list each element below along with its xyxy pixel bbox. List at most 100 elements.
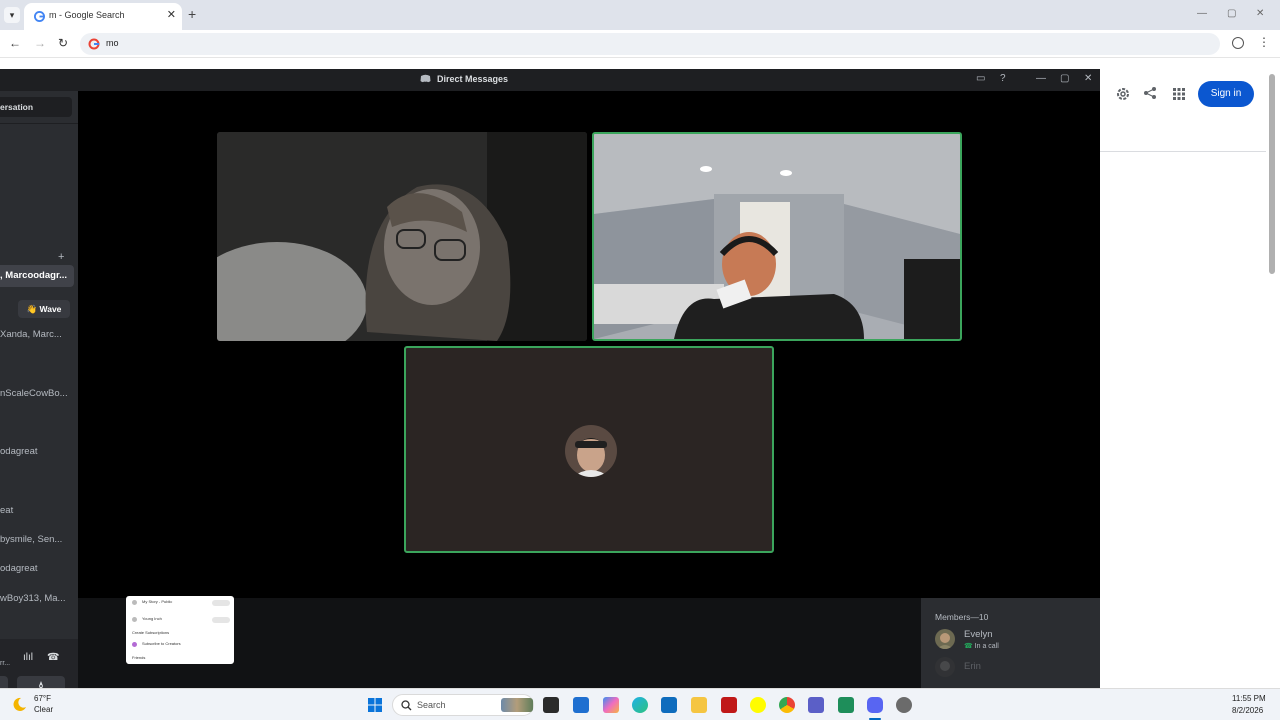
weather-temperature[interactable]: 67°F (34, 694, 51, 703)
disconnect-icon[interactable]: ☎ (47, 652, 59, 663)
tab-search-button[interactable]: ▾ (4, 7, 20, 23)
task-view-icon[interactable] (543, 697, 559, 713)
dm-item[interactable]: odagreat (0, 446, 74, 457)
members-panel: Members—10 Evelyn ☎ In a call Erin (921, 598, 1100, 688)
thumbnail-section-header: Friends (132, 655, 146, 660)
snapchat-icon[interactable] (750, 697, 766, 713)
find-conversation-label: ersation (0, 102, 34, 112)
weather-condition[interactable]: Clear (34, 705, 53, 714)
inbox-icon[interactable]: ▭ (976, 73, 985, 84)
google-g-icon (88, 38, 100, 50)
thumbnail-row-text: Subscribe to Creators (142, 641, 181, 646)
thumbnail-section-header: Create Subscriptions (132, 630, 170, 635)
divider (1100, 151, 1266, 152)
new-tab-button[interactable]: + (188, 6, 196, 22)
avatar[interactable] (935, 629, 955, 649)
search-highlight-image (501, 698, 533, 712)
discord-icon[interactable] (867, 697, 883, 713)
scrollbar-thumb[interactable] (1269, 74, 1275, 274)
share-icon[interactable] (1143, 86, 1157, 100)
back-arrow-icon[interactable]: ← (9, 36, 21, 50)
edge-icon[interactable] (632, 697, 648, 713)
address-bar[interactable]: mo (80, 33, 1220, 55)
voice-status-text: rr... (0, 660, 11, 667)
camera-button[interactable] (0, 676, 8, 688)
member-name[interactable]: Erin (964, 661, 981, 672)
clock-time[interactable]: 11:55 PM (1232, 694, 1266, 703)
gear-icon[interactable] (1115, 86, 1131, 102)
page-scrollbar[interactable] (1268, 70, 1276, 688)
phone-link-icon[interactable] (838, 697, 854, 713)
rocket-icon (39, 681, 43, 688)
apps-grid-icon[interactable] (1172, 87, 1186, 101)
avatar (132, 600, 137, 605)
thumbnail-row-text: Young Inch (142, 616, 162, 621)
dm-item[interactable]: eat (0, 505, 74, 516)
discord-minimize-button[interactable]: — (1036, 73, 1046, 84)
dm-item[interactable]: nScaleCowBo... (0, 388, 74, 399)
member-status: ☎ In a call (964, 642, 999, 650)
tab-close-icon[interactable]: ✕ (167, 8, 176, 21)
discord-logo-icon (420, 74, 431, 83)
dm-sidebar: ersation + , Marcoodagr... 👋 Wave Xanda,… (0, 91, 78, 688)
voice-connected-panel: rr... ılıl ☎ (0, 639, 78, 688)
screen-share-thumbnail[interactable]: My Story - Public Young Inch Create Subs… (126, 596, 234, 664)
wave-button[interactable]: 👋 Wave (18, 300, 70, 318)
avatar (565, 425, 617, 477)
video-tile-speaking[interactable] (592, 132, 962, 341)
avatar-tile-speaking[interactable] (404, 346, 774, 553)
windows-start-icon[interactable] (367, 697, 383, 713)
minimize-button[interactable]: — (1197, 8, 1207, 19)
google-favicon-icon (34, 11, 45, 22)
mcafee-icon[interactable] (721, 697, 737, 713)
call-stage (78, 91, 1100, 598)
forward-arrow-icon[interactable]: → (34, 36, 46, 50)
teams-icon[interactable] (808, 697, 824, 713)
settings-gear-icon[interactable] (896, 697, 912, 713)
chrome-icon[interactable] (779, 697, 795, 713)
dm-item[interactable]: bysmile, Sen... (0, 534, 74, 545)
participant-video (217, 132, 587, 341)
avatar (132, 617, 137, 622)
video-tile[interactable] (217, 132, 587, 341)
avatar (132, 642, 137, 647)
discord-window: Direct Messages ▭ ? — ▢ ✕ ersation + , M… (0, 69, 1100, 688)
dm-item-active[interactable]: , Marcoodagr... (0, 265, 74, 287)
participant-video (594, 134, 960, 339)
moon-icon[interactable] (12, 697, 27, 712)
discord-window-title: Direct Messages (437, 74, 509, 84)
member-status-text: In a call (974, 643, 999, 650)
maximize-button[interactable]: ▢ (1227, 8, 1236, 19)
file-explorer-icon[interactable] (691, 697, 707, 713)
microsoft-store-icon[interactable] (573, 697, 589, 713)
dm-item[interactable]: odagreat (0, 563, 74, 574)
browser-tab-google-search[interactable]: m - Google Search ✕ (24, 3, 182, 30)
discord-close-button[interactable]: ✕ (1084, 73, 1092, 84)
noise-suppression-icon[interactable]: ılıl (23, 652, 33, 663)
taskbar-search[interactable]: Search (392, 694, 534, 716)
browser-toolbar: ← → ↻ mo ⋮ (0, 30, 1280, 58)
tab-title: m - Google Search (49, 10, 125, 20)
avatar[interactable] (935, 657, 955, 677)
sign-in-button[interactable]: Sign in (1198, 81, 1254, 107)
activity-button[interactable] (17, 676, 65, 688)
create-dm-icon[interactable]: + (58, 251, 64, 263)
phone-icon: ☎ (964, 643, 975, 650)
close-window-button[interactable]: ✕ (1256, 8, 1264, 19)
dm-item[interactable]: Xanda, Marc... (0, 329, 74, 340)
dm-item[interactable]: wBoy313, Ma... (0, 593, 74, 604)
thumbnail-row-text: My Story - Public (142, 599, 173, 604)
outlook-icon[interactable] (661, 697, 677, 713)
find-conversation-button[interactable]: ersation (0, 97, 72, 117)
discord-titlebar: Direct Messages ▭ ? — ▢ ✕ (0, 69, 1100, 91)
discord-maximize-button[interactable]: ▢ (1060, 73, 1069, 84)
clock-date[interactable]: 8/2/2026 (1232, 706, 1263, 715)
copilot-icon[interactable] (603, 697, 619, 713)
menu-dots-icon[interactable]: ⋮ (1258, 35, 1270, 49)
help-icon[interactable]: ? (1000, 73, 1006, 84)
member-name[interactable]: Evelyn (964, 629, 993, 640)
thumbnail-pill (212, 617, 230, 623)
members-header: Members—10 (935, 612, 989, 622)
reload-icon[interactable]: ↻ (58, 36, 68, 50)
profile-icon[interactable] (1232, 37, 1244, 49)
